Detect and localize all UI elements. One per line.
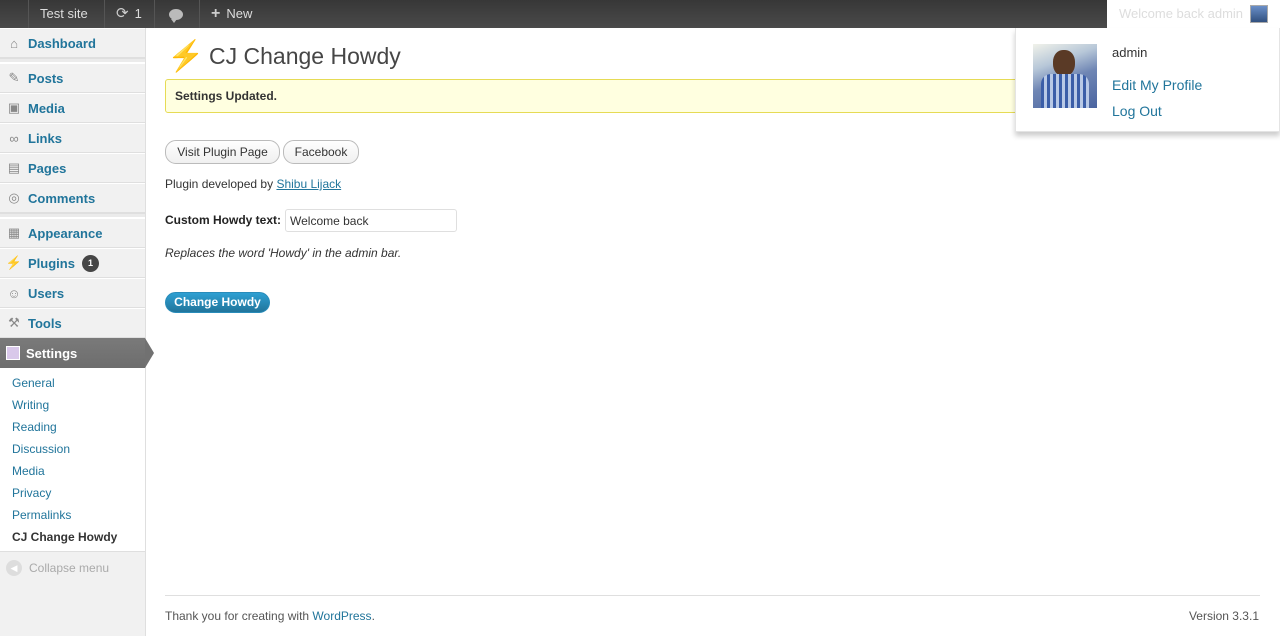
sidebar-item-label: Pages [28,160,67,176]
avatar-small [1250,5,1268,23]
pages-icon: ▤ [7,160,21,175]
plugin-icon: ⚡ [5,255,23,270]
collapse-arrow-icon: ◀ [6,560,22,576]
sidebar-item-posts[interactable]: ✎ Posts [0,63,145,93]
account-dropdown: admin Edit My Profile Log Out [1015,28,1280,132]
developer-credit: Plugin developed by Shibu Lijack [165,177,341,191]
sidebar-item-users[interactable]: ☺ Users [0,278,145,308]
custom-howdy-label: Custom Howdy text: [165,213,282,227]
plugins-update-badge: 1 [81,254,99,272]
edit-profile-link[interactable]: Edit My Profile [1112,77,1202,93]
refresh-icon: ⟳ [116,5,129,22]
sidebar-item-label: Settings [26,345,78,361]
link-icon: ∞ [9,130,19,146]
wordpress-logo-icon[interactable] [0,0,28,28]
account-username: admin [1112,45,1148,60]
howdy-description: Replaces the word 'Howdy' in the admin b… [165,246,402,260]
settings-updated-notice: Settings Updated. [165,79,1025,113]
developed-by-text: Plugin developed by [165,177,274,191]
sidebar-item-plugins[interactable]: ⚡ Plugins 1 [0,248,145,278]
settings-submenu: General Writing Reading Discussion Media… [0,368,145,552]
updates-link[interactable]: ⟳ 1 [104,0,154,28]
sidebar-item-label: Appearance [28,225,103,241]
sidebar-item-dashboard[interactable]: ⌂ Dashboard [0,28,145,58]
collapse-menu-button[interactable]: ◀ Collapse menu [6,560,109,576]
visit-plugin-page-button[interactable]: Visit Plugin Page [165,140,280,164]
submenu-item-cj-change-howdy[interactable]: CJ Change Howdy [12,530,117,544]
custom-howdy-input[interactable] [285,209,457,232]
footer-thanks: Thank you for creating with WordPress. [165,609,375,623]
page-title: CJ Change Howdy [209,43,401,69]
change-howdy-button[interactable]: Change Howdy [165,292,270,313]
sidebar-item-appearance[interactable]: ▦ Appearance [0,218,145,248]
pushpin-icon: ✎ [8,70,20,85]
log-out-link[interactable]: Log Out [1112,103,1162,119]
sidebar-item-tools[interactable]: ⚒ Tools [0,308,145,338]
users-icon: ☺ [7,285,21,301]
submenu-item-reading[interactable]: Reading [12,420,57,434]
sidebar-item-label: Dashboard [28,35,96,51]
plus-icon: + [211,5,221,22]
sidebar-item-links[interactable]: ∞ Links [0,123,145,153]
admin-bar: Test site ⟳ 1 + New Welcome back admin [0,0,1280,28]
sidebar-item-label: Comments [28,190,96,206]
plugin-settings-icon: ⚡ [167,40,205,73]
sidebar-item-label: Posts [28,70,64,86]
updates-count: 1 [134,6,142,21]
appearance-icon: ▦ [7,225,21,240]
sidebar-item-label: Media [28,100,65,116]
comment-icon: ◎ [8,190,20,205]
submenu-item-discussion[interactable]: Discussion [12,442,70,456]
footer-version: Version 3.3.1 [1188,609,1259,623]
new-label: New [226,6,253,21]
submenu-item-permalinks[interactable]: Permalinks [12,508,71,522]
collapse-menu-label: Collapse menu [29,561,110,575]
footer-divider [165,595,1260,596]
footer-thanks-suffix: . [371,609,375,623]
sidebar-item-pages[interactable]: ▤ Pages [0,153,145,183]
footer-thanks-text: Thank you for creating with [165,609,310,623]
sidebar-item-settings[interactable]: Settings [0,338,154,368]
wordpress-link[interactable]: WordPress [312,609,371,623]
sidebar-item-label: Plugins [28,255,75,271]
developer-link[interactable]: Shibu Lijack [276,177,341,191]
comment-bubble-icon [169,8,183,23]
site-name-link[interactable]: Test site [28,0,104,28]
facebook-button[interactable]: Facebook [283,140,359,164]
my-account-link[interactable]: Welcome back admin [1107,0,1280,28]
submenu-item-writing[interactable]: Writing [12,398,49,412]
account-greeting: Welcome back admin [1119,6,1244,21]
dashboard-icon: ⌂ [10,35,18,51]
sidebar-item-media[interactable]: ▣ Media [0,93,145,123]
site-name-label: Test site [40,6,88,21]
submenu-item-media[interactable]: Media [12,464,45,478]
new-content-link[interactable]: + New [199,0,271,28]
settings-icon [6,346,20,360]
sidebar-item-comments[interactable]: ◎ Comments [0,183,145,213]
submenu-item-general[interactable]: General [12,376,55,390]
media-icon: ▣ [7,100,21,115]
submenu-item-privacy[interactable]: Privacy [12,486,51,500]
comments-link[interactable] [154,0,199,28]
tools-icon: ⚒ [8,315,20,330]
avatar [1033,44,1097,108]
sidebar-item-label: Users [28,285,65,301]
notice-text: Settings Updated. [175,89,278,103]
sidebar-item-label: Links [28,130,62,146]
sidebar-item-label: Tools [28,315,62,331]
